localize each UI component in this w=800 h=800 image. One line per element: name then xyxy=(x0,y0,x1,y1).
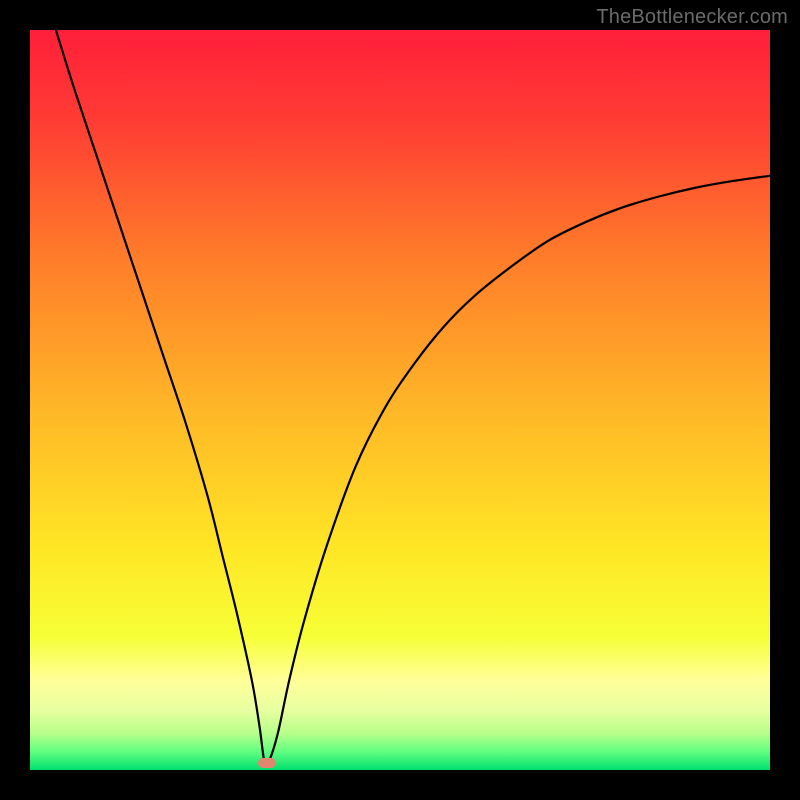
bottleneck-curve xyxy=(30,30,770,770)
plot-area xyxy=(30,30,770,770)
watermark-text: TheBottlenecker.com xyxy=(596,6,788,29)
chart-frame: TheBottlenecker.com xyxy=(0,0,800,800)
optimal-point-marker xyxy=(258,758,276,768)
